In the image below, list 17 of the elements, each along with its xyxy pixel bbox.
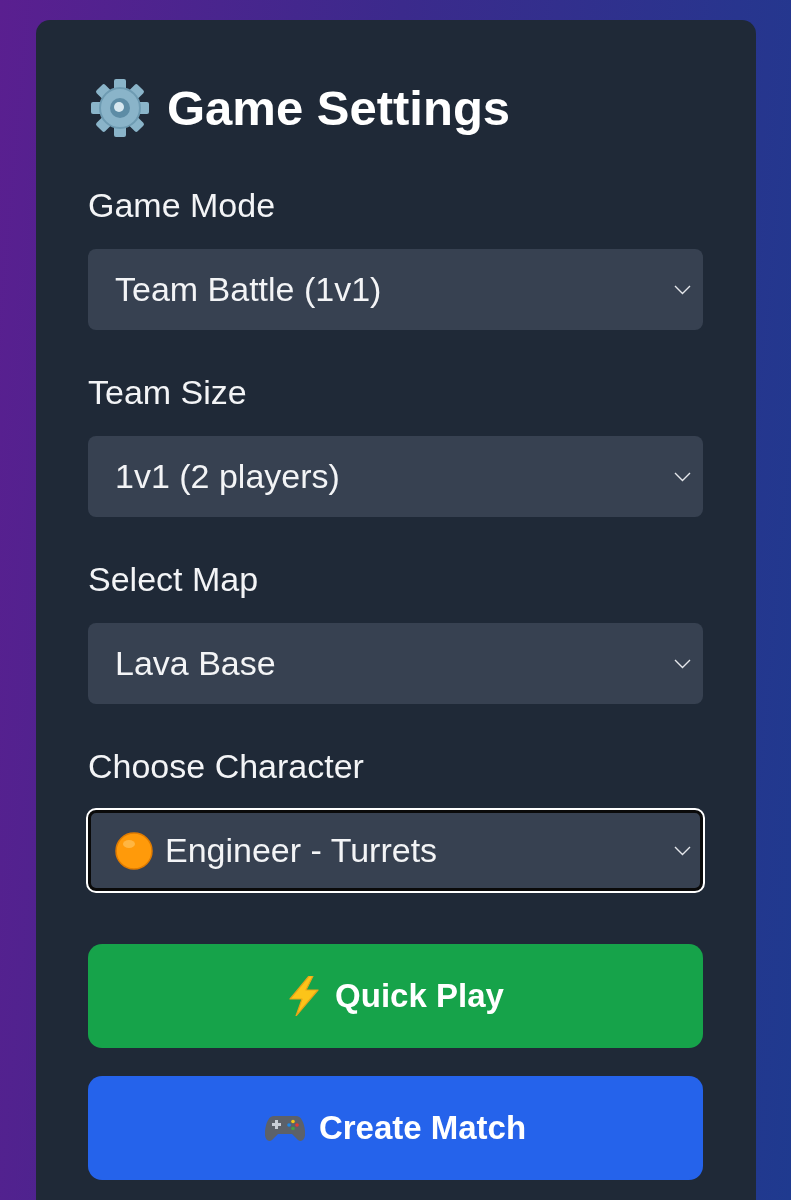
- chevron-down-icon: [674, 471, 691, 482]
- chevron-down-icon: [674, 284, 691, 295]
- dropdown-field[interactable]: Team Battle (1v1): [88, 249, 703, 330]
- chevron-down-icon: [674, 845, 691, 856]
- field-label: Game Mode: [88, 185, 276, 225]
- dropdown-field[interactable]: 1v1 (2 players): [88, 436, 703, 517]
- dropdown-field[interactable]: Lava Base: [88, 623, 703, 704]
- field-label: Team Size: [88, 372, 247, 412]
- dropdown-field[interactable]: Engineer - Turrets: [88, 810, 703, 891]
- field-label: Select Map: [88, 559, 259, 599]
- field-label: Choose Character: [88, 746, 364, 786]
- create-match-button[interactable]: Create Match: [88, 1076, 703, 1180]
- circle-icon: [115, 831, 153, 870]
- gear-icon: [90, 78, 150, 138]
- gamepad-icon: [264, 1113, 305, 1143]
- panel-title: Game Settings: [167, 80, 511, 136]
- chevron-down-icon: [674, 658, 691, 669]
